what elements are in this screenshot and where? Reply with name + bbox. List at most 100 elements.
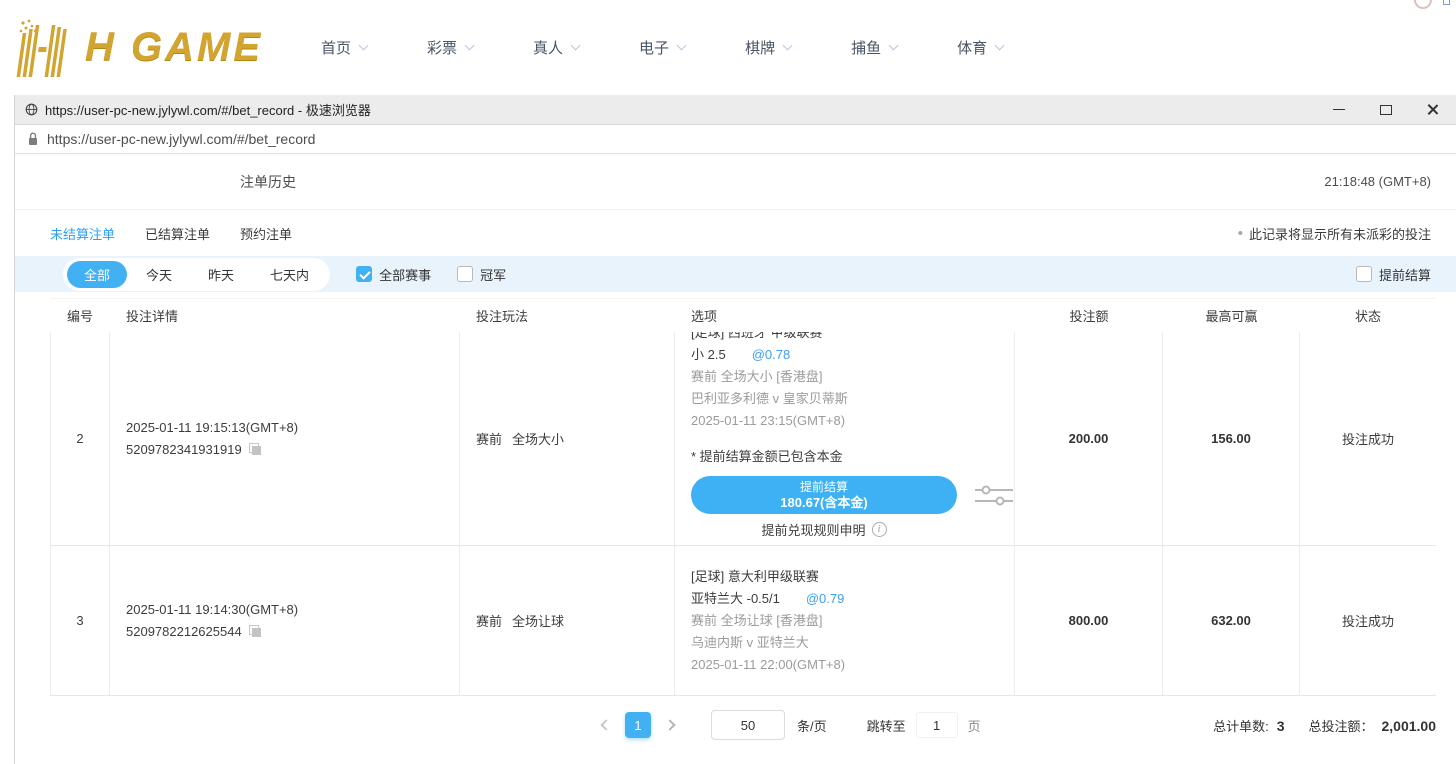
- all-events-checkbox[interactable]: 全部赛事: [356, 265, 431, 284]
- date-filter-yesterday[interactable]: 昨天: [191, 261, 251, 288]
- nav-item-sports[interactable]: 体育: [957, 37, 1003, 58]
- info-icon[interactable]: i: [872, 522, 887, 537]
- checkbox-unchecked-icon: [457, 266, 473, 282]
- top-right-partial-mark: [1443, 0, 1450, 5]
- early-cashout-rule-link[interactable]: 提前兑现规则申明 i: [691, 520, 957, 539]
- copy-icon[interactable]: [249, 443, 262, 456]
- jump-unit-label: 页: [968, 716, 981, 735]
- nav-item-home[interactable]: 首页: [321, 37, 367, 58]
- tab-settled[interactable]: 已结算注单: [145, 224, 210, 243]
- status-badge: 投注成功: [1300, 332, 1436, 545]
- page-size-input[interactable]: [711, 710, 785, 740]
- chevron-right-icon: [664, 719, 675, 730]
- table-row: 2 2025-01-11 19:15:13(GMT+8) 52097823419…: [50, 332, 1436, 546]
- top-nav: H GAME 首页 彩票 真人 电子 棋牌 捕鱼 体育: [0, 0, 1456, 95]
- max-win: 632.00: [1163, 546, 1300, 695]
- nav-item-lottery[interactable]: 彩票: [427, 37, 473, 58]
- prev-page-button[interactable]: [595, 712, 617, 738]
- tab-note: • 此记录将显示所有未派彩的投注: [1238, 224, 1431, 243]
- close-button[interactable]: [1409, 95, 1456, 124]
- clipped-league-line: [足球] 西班牙 甲级联赛: [691, 332, 1014, 344]
- bet-id-line: 5209782212625544: [126, 624, 459, 639]
- play-cell: 赛前 全场让球: [460, 546, 675, 695]
- logo[interactable]: H GAME: [15, 17, 263, 79]
- early-settle-note: * 提前结算金额已包含本金: [691, 446, 1014, 468]
- logo-bars-icon: [15, 17, 79, 79]
- date-filter-today[interactable]: 今天: [129, 261, 189, 288]
- tab-unsettled[interactable]: 未结算注单: [50, 224, 115, 243]
- jump-page-input[interactable]: [916, 712, 958, 738]
- current-page-button[interactable]: 1: [625, 712, 651, 738]
- chevron-down-icon: [359, 41, 369, 51]
- date-filter-7days[interactable]: 七天内: [253, 261, 326, 288]
- browser-addressbar[interactable]: https://user-pc-new.jylywl.com/#/bet_rec…: [15, 125, 1456, 154]
- match-time: 2025-01-11 22:00(GMT+8): [691, 654, 1014, 676]
- header-details: 投注详情: [110, 306, 460, 325]
- table-row: 3 2025-01-11 19:14:30(GMT+8) 52097822126…: [50, 546, 1436, 696]
- bet-amount: 200.00: [1015, 332, 1163, 545]
- early-settle-button-amount: 180.67(含本金): [780, 495, 867, 511]
- date-filter-all[interactable]: 全部: [67, 261, 127, 288]
- browser-titlebar[interactable]: https://user-pc-new.jylywl.com/#/bet_rec…: [15, 95, 1456, 125]
- tab-reserved[interactable]: 预约注单: [240, 224, 292, 243]
- total-amount-label: 总投注额：: [1308, 716, 1373, 735]
- page-title: 注单历史: [240, 172, 296, 192]
- pick: 亚特兰大 -0.5/1: [691, 588, 780, 610]
- nav-label: 真人: [533, 37, 563, 58]
- checkbox-checked-icon: [356, 266, 372, 282]
- page-size-label: 条/页: [797, 716, 827, 735]
- pick-line: 小 2.5 @0.78: [691, 344, 1014, 366]
- page-head: 注单历史 21:18:48 (GMT+8): [15, 154, 1456, 210]
- play-cell: 赛前 全场大小: [460, 332, 675, 545]
- next-page-button[interactable]: [659, 712, 681, 738]
- main-nav: 首页 彩票 真人 电子 棋牌 捕鱼 体育: [321, 37, 1003, 58]
- nav-label: 彩票: [427, 37, 457, 58]
- copy-icon[interactable]: [249, 625, 262, 638]
- nav-label: 捕鱼: [851, 37, 881, 58]
- early-settle-checkbox[interactable]: 提前结算: [1356, 265, 1431, 284]
- pagination-controls: 1 条/页 跳转至 页: [595, 710, 981, 740]
- bet-record-page: 注单历史 21:18:48 (GMT+8) 未结算注单 已结算注单 预约注单 •…: [15, 154, 1456, 764]
- nav-item-slots[interactable]: 电子: [639, 37, 685, 58]
- bet-time: 2025-01-11 19:15:13(GMT+8): [126, 420, 459, 435]
- tab-note-text: 此记录将显示所有未派彩的投注: [1249, 224, 1431, 243]
- match-time: 2025-01-11 23:15(GMT+8): [691, 410, 1014, 432]
- champion-label: 冠军: [480, 265, 506, 284]
- sliders-icon[interactable]: [973, 481, 1015, 509]
- chevron-left-icon: [600, 719, 611, 730]
- pick-line: 亚特兰大 -0.5/1 @0.79: [691, 588, 1014, 610]
- nav-item-cards[interactable]: 棋牌: [745, 37, 791, 58]
- early-settle-row: 提前结算 180.67(含本金): [691, 476, 957, 514]
- play-market: 全场大小: [512, 429, 564, 448]
- maximize-button[interactable]: [1362, 95, 1409, 124]
- totals-summary: 总计单数: 3 总投注额： 2,001.00: [1213, 716, 1436, 735]
- play-phase: 赛前: [476, 429, 502, 448]
- window-title: https://user-pc-new.jylywl.com/#/bet_rec…: [45, 100, 371, 119]
- bet-time: 2025-01-11 19:14:30(GMT+8): [126, 602, 459, 617]
- nav-item-live[interactable]: 真人: [533, 37, 579, 58]
- header-no: 编号: [50, 306, 110, 325]
- header-max-win: 最高可赢: [1163, 306, 1300, 325]
- early-settle-button[interactable]: 提前结算 180.67(含本金): [691, 476, 957, 514]
- pagination-bar: 1 条/页 跳转至 页 总计单数: 3 总投注额： 2,001.00: [50, 704, 1436, 746]
- option-cell: [足球] 西班牙 甲级联赛 小 2.5 @0.78 赛前 全场大小 [香港盘] …: [675, 332, 1015, 545]
- odds: @0.78: [752, 344, 791, 366]
- maximize-icon: [1380, 105, 1392, 115]
- row-number: 2: [50, 332, 110, 545]
- max-win: 156.00: [1163, 332, 1300, 545]
- minimize-icon: [1333, 109, 1345, 110]
- lock-icon: [28, 132, 38, 146]
- jump-to-label: 跳转至: [867, 716, 906, 735]
- minimize-button[interactable]: [1315, 95, 1362, 124]
- chevron-down-icon: [677, 41, 687, 51]
- header-option: 选项: [675, 306, 1015, 325]
- checkbox-unchecked-icon: [1356, 266, 1372, 282]
- row-number: 3: [50, 546, 110, 695]
- close-icon: [1426, 103, 1439, 116]
- nav-label: 体育: [957, 37, 987, 58]
- pick: 小 2.5: [691, 344, 726, 366]
- clock: 21:18:48 (GMT+8): [1324, 174, 1431, 189]
- nav-item-fishing[interactable]: 捕鱼: [851, 37, 897, 58]
- bet-details-cell: 2025-01-11 19:14:30(GMT+8) 5209782212625…: [110, 546, 460, 695]
- champion-checkbox[interactable]: 冠军: [457, 265, 506, 284]
